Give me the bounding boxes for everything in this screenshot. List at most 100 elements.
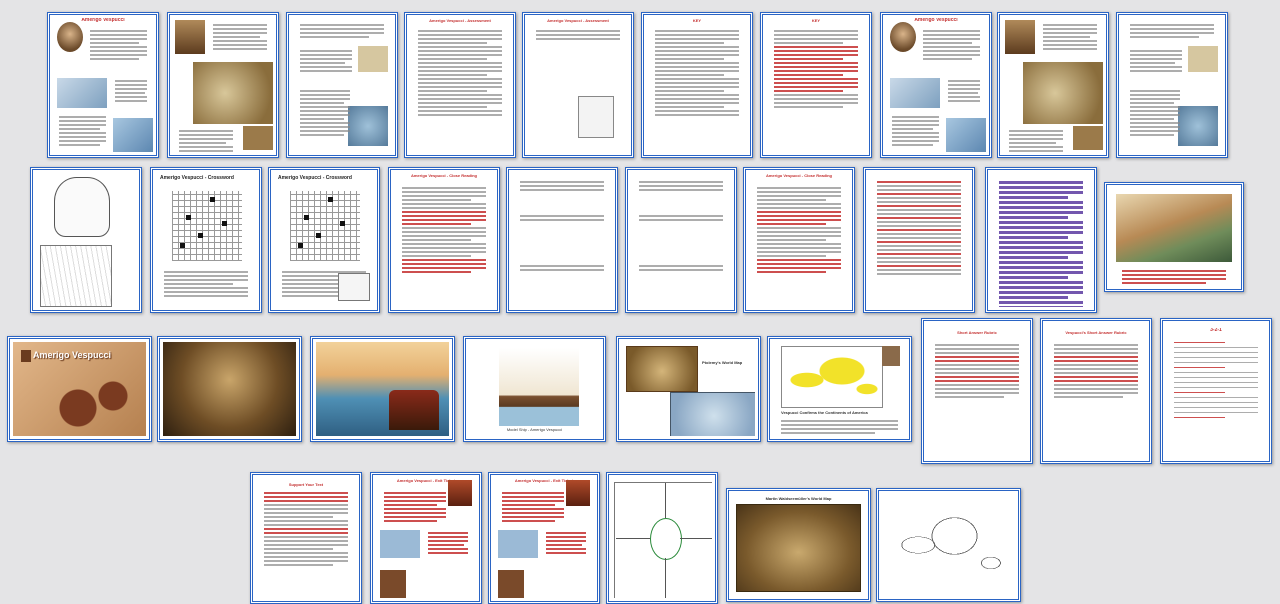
text-line <box>892 140 939 142</box>
text-line <box>892 136 939 138</box>
slide-thumbnail-20[interactable] <box>1104 182 1244 292</box>
text-line <box>999 186 1083 189</box>
text-line <box>757 251 841 253</box>
slide-thumbnail-24[interactable]: Model Ship - Amerigo Vespucci <box>463 336 606 442</box>
slide-thumbnail-29[interactable]: 3-2-1 <box>1160 318 1272 464</box>
slide-thumbnail-17[interactable]: Amerigo Vespucci - Close Reading <box>743 167 855 313</box>
slide-thumbnail-7[interactable]: KEY <box>760 12 872 158</box>
text-line <box>300 118 344 120</box>
slide-thumbnail-15[interactable] <box>506 167 618 313</box>
slide-thumbnail-22[interactable] <box>157 336 302 442</box>
slide-thumbnail-35[interactable] <box>876 488 1021 602</box>
ship-sketch <box>338 273 370 301</box>
slide-thumbnail-31[interactable]: Amerigo Vespucci - Exit Ticket <box>370 472 482 604</box>
slide-content <box>36 173 136 307</box>
text-line <box>999 246 1083 249</box>
slide-thumbnail-33[interactable] <box>606 472 718 604</box>
slide-thumbnail-19[interactable] <box>985 167 1097 313</box>
text-line <box>59 136 106 138</box>
slide-thumbnail-6[interactable]: KEY <box>641 12 753 158</box>
slide-thumbnail-18[interactable] <box>863 167 975 313</box>
text-line <box>781 428 898 430</box>
text-line <box>264 544 348 546</box>
text-line <box>1130 114 1180 116</box>
text-line <box>639 215 723 217</box>
slide-thumbnail-16[interactable] <box>625 167 737 313</box>
text-line <box>418 70 502 72</box>
slide-thumbnail-32[interactable]: Amerigo Vespucci - Exit Ticket <box>488 472 600 604</box>
slide-thumbnail-1[interactable]: Amerigo Vespucci <box>47 12 159 158</box>
slide-content <box>292 18 392 152</box>
slide-thumbnail-8[interactable]: Amerigo Vespucci <box>880 12 992 158</box>
slide-thumbnail-25[interactable]: Ptolemy's World Map <box>616 336 761 442</box>
portrait-image <box>882 346 900 366</box>
text-line <box>90 38 147 40</box>
slide-content: Ptolemy's World Map <box>622 342 755 436</box>
painting-image <box>1116 194 1232 262</box>
slide-thumbnail-12[interactable]: Amerigo Vespucci - Crossword <box>150 167 262 313</box>
slide-content <box>512 173 612 307</box>
text-line <box>213 40 267 42</box>
text-line <box>418 102 502 104</box>
text-line <box>418 42 487 44</box>
text-line <box>923 54 980 56</box>
text-line <box>999 236 1068 239</box>
slide-content <box>1122 18 1222 152</box>
slide-thumbnail-14[interactable]: Amerigo Vespucci - Close Reading <box>388 167 500 313</box>
answer-line <box>1174 367 1225 368</box>
answer-line <box>1174 407 1258 408</box>
text-line <box>639 219 723 221</box>
text-line <box>264 560 348 562</box>
text-line <box>264 492 348 494</box>
text-line <box>164 271 248 273</box>
slide-thumbnail-10[interactable] <box>1116 12 1228 158</box>
text-line <box>774 50 858 52</box>
slide-thumbnail-28[interactable]: Vespucci's Short Answer Rubric <box>1040 318 1152 464</box>
text-line <box>520 265 604 267</box>
slide-thumbnail-13[interactable]: Amerigo Vespucci - Crossword <box>268 167 380 313</box>
text-line <box>300 106 350 108</box>
slide-thumbnail-30[interactable]: Support Your Text <box>250 472 362 604</box>
text-line <box>300 130 350 132</box>
text-line <box>402 191 486 193</box>
slide-thumbnail-4[interactable]: Amerigo Vespucci - Assessment <box>404 12 516 158</box>
slide-thumbnail-2[interactable] <box>167 12 279 158</box>
text-line <box>1054 348 1138 350</box>
blank-world-map <box>888 500 1009 590</box>
slide-thumbnail-5[interactable]: Amerigo Vespucci - Assessment <box>522 12 634 158</box>
slide-thumbnail-23[interactable] <box>310 336 455 442</box>
slide-thumbnail-26[interactable]: Vespucci Confirms the Continents of Amer… <box>767 336 912 442</box>
text-line <box>999 181 1083 184</box>
text-line <box>774 74 843 76</box>
text-line <box>115 96 147 98</box>
text-line <box>1122 278 1226 280</box>
text-line <box>1130 94 1180 96</box>
text-line <box>402 263 486 265</box>
world-map-image <box>781 346 883 408</box>
map-title: Vespucci Confirms the Continents of Amer… <box>781 410 868 415</box>
text-line <box>1043 48 1097 50</box>
text-line <box>179 134 233 136</box>
slide-thumbnail-11[interactable] <box>30 167 142 313</box>
text-line <box>300 110 350 112</box>
text-line <box>264 564 333 566</box>
slide-content <box>173 18 273 152</box>
text-line <box>402 199 471 201</box>
text-line <box>935 388 1019 390</box>
text-line <box>418 82 502 84</box>
slide-thumbnail-27[interactable]: Short Answer Rubric <box>921 318 1033 464</box>
text-line <box>655 30 739 32</box>
text-line <box>300 134 344 136</box>
text-line <box>213 32 267 34</box>
slide-thumbnail-9[interactable] <box>997 12 1109 158</box>
text-line <box>781 420 898 422</box>
slide-thumbnail-34[interactable]: Martin Waldseemüller's World Map <box>726 488 871 602</box>
text-line <box>1009 150 1063 152</box>
slide-thumbnail-21[interactable]: Amerigo Vespucci <box>7 336 152 442</box>
ship-caption: Model Ship - Amerigo Vespucci <box>506 427 563 432</box>
slide-thumbnail-3[interactable] <box>286 12 398 158</box>
text-line <box>655 66 739 68</box>
text-line <box>115 100 147 102</box>
text-line <box>1054 364 1138 366</box>
text-line <box>999 261 1083 264</box>
